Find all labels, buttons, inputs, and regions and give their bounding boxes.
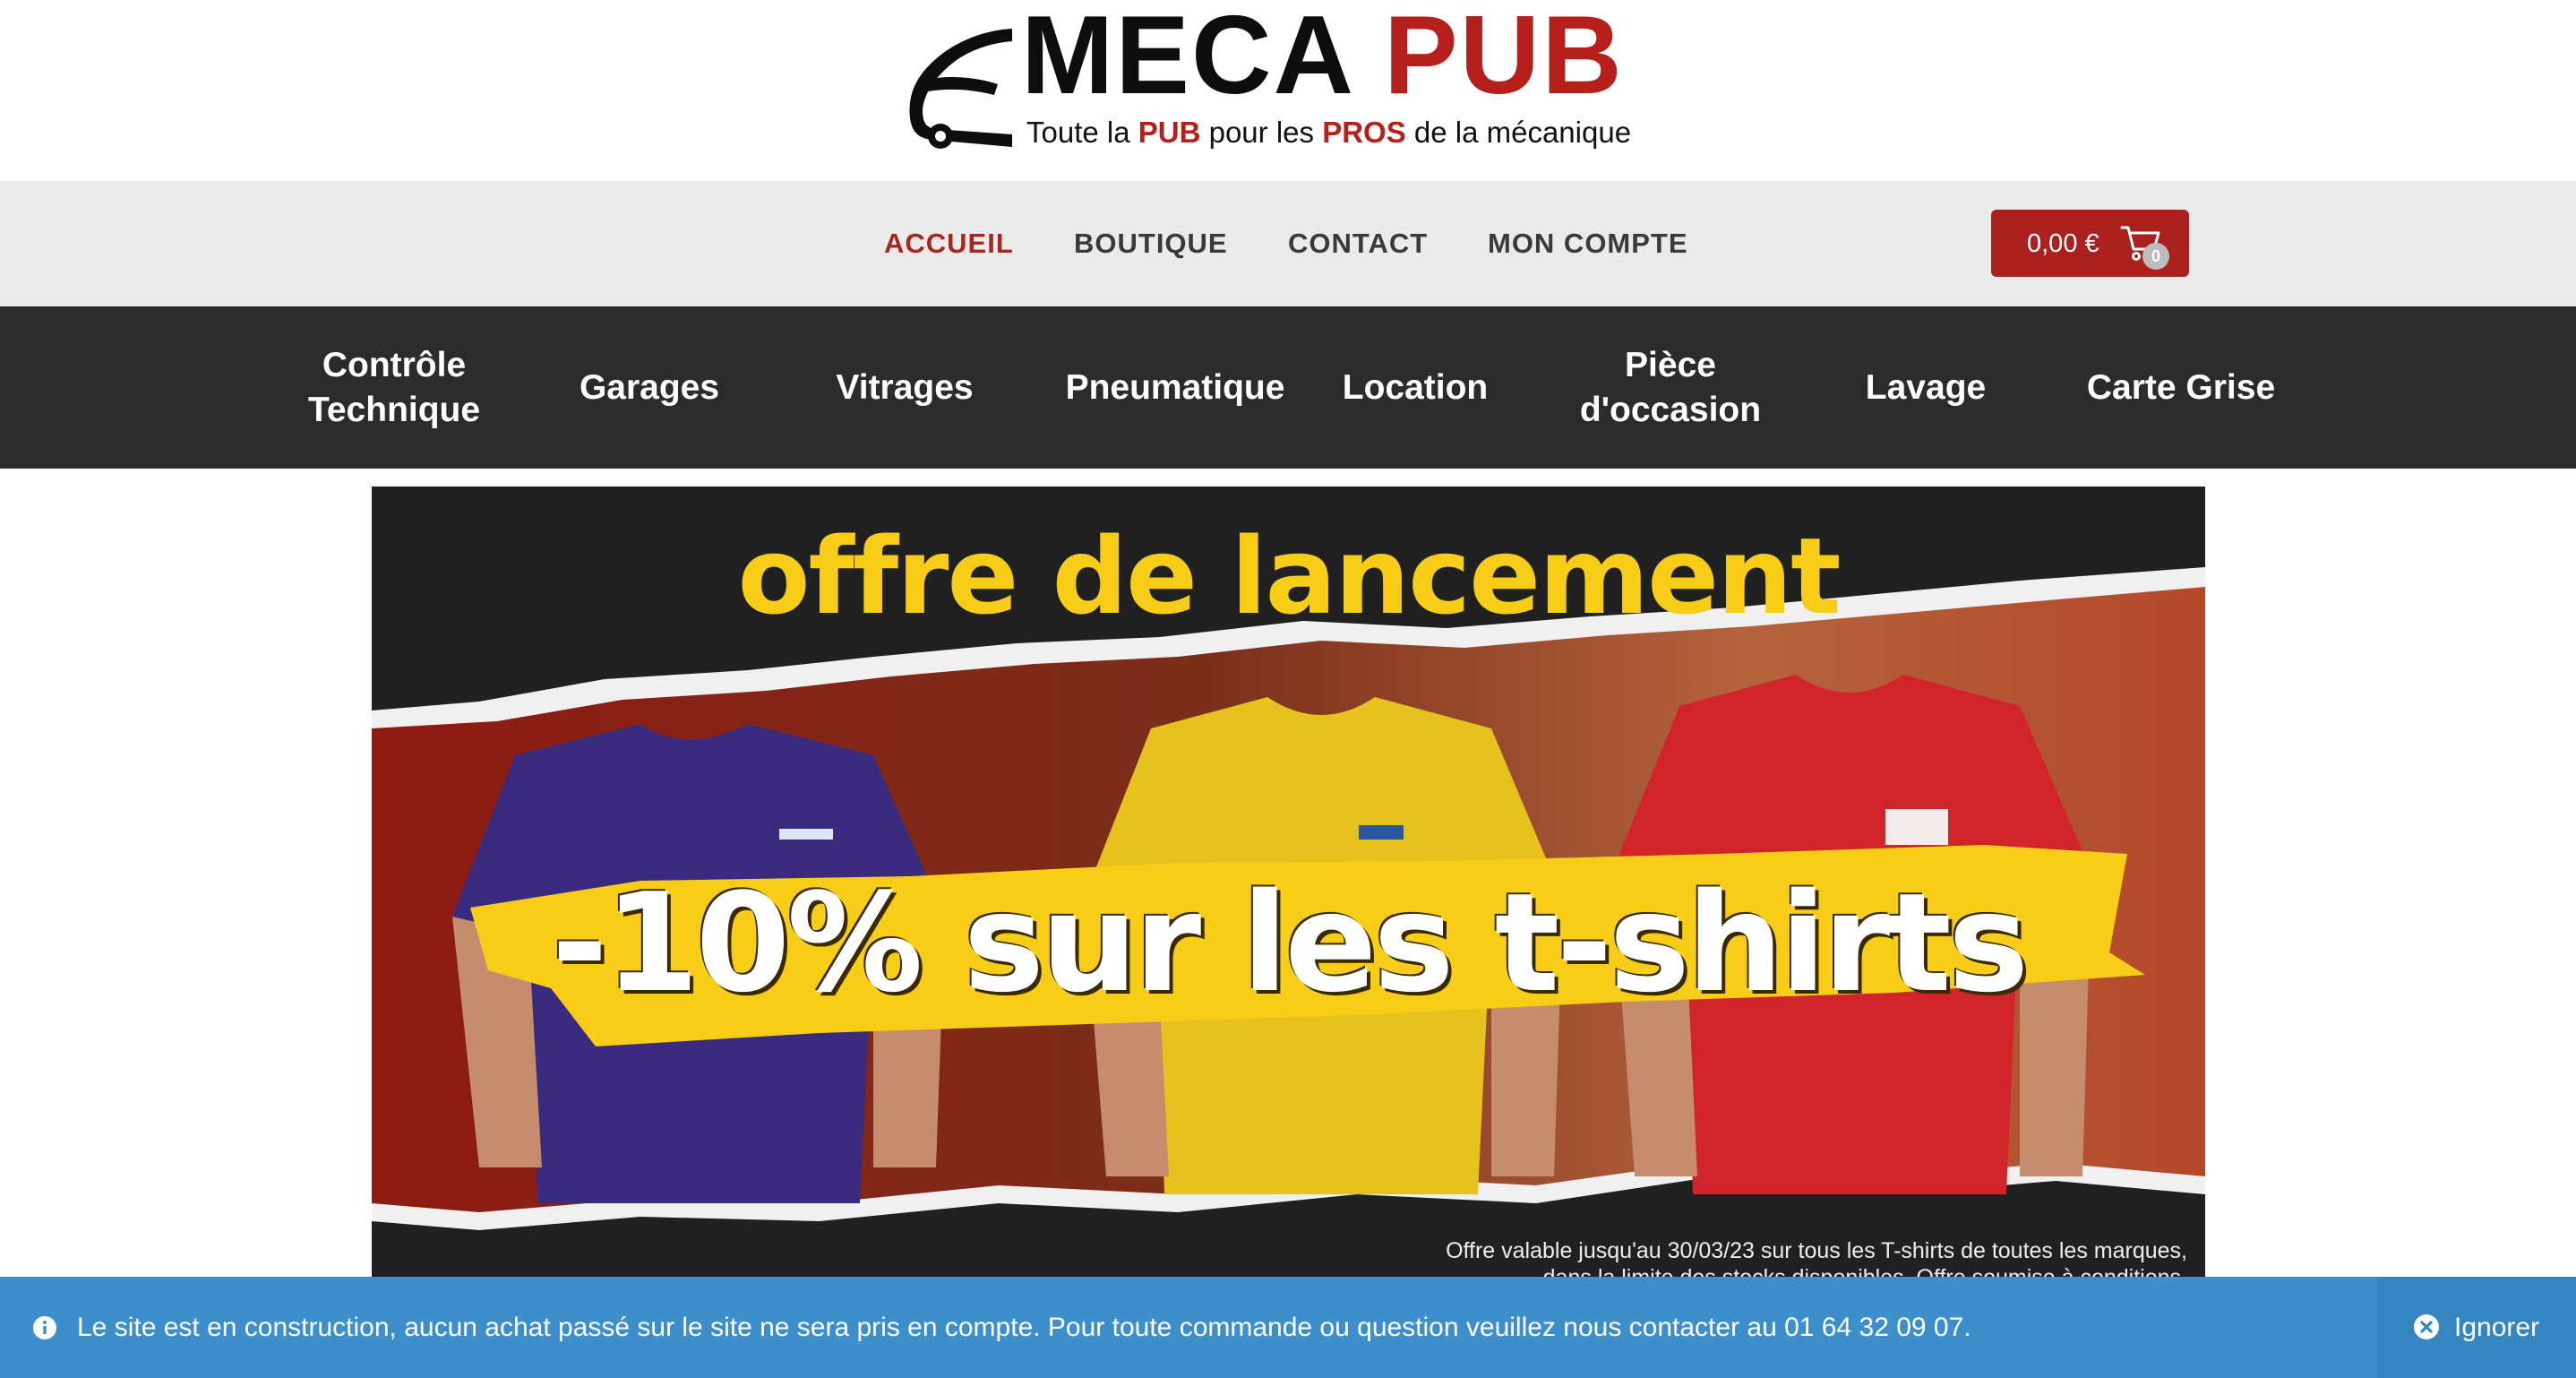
tagline-part: de la mécanique xyxy=(1405,116,1632,149)
header: MECA PUB Toute la PUB pour les PROS de l… xyxy=(0,0,2576,181)
category-label: Garages xyxy=(579,367,720,407)
notice-text: Le site est en construction, aucun achat… xyxy=(77,1313,1971,1342)
category-nav: Contrôle Technique Garages Vitrages Pneum… xyxy=(0,306,2576,469)
banner-fine-print: Offre valable jusqu'au 30/03/23 sur tous… xyxy=(1446,1238,2187,1263)
cart-total: 0,00 € xyxy=(2027,229,2099,258)
category-label: d'occasion xyxy=(1579,390,1762,429)
category-label: Carte Grise xyxy=(2086,367,2276,407)
category-vitrages[interactable]: Vitrages xyxy=(788,306,1021,469)
logo-wordmark[interactable]: MECA PUB xyxy=(1021,0,1624,111)
category-garages[interactable]: Garages xyxy=(533,306,766,469)
nav-item-contact[interactable]: CONTACT xyxy=(1288,226,1428,262)
dismiss-notice-button[interactable]: Ignorer xyxy=(2377,1277,2576,1378)
category-label: Location xyxy=(1342,367,1489,407)
category-piece-occasion[interactable]: Pièce d'occasion xyxy=(1554,306,1787,469)
nav-item-boutique[interactable]: BOUTIQUE xyxy=(1074,226,1228,262)
nav-item-mon-compte[interactable]: MON COMPTE xyxy=(1488,226,1688,262)
tagline-pub: PUB xyxy=(1138,116,1201,149)
category-carte-grise[interactable]: Carte Grise xyxy=(2065,306,2297,469)
category-controle-technique[interactable]: Contrôle Technique xyxy=(278,306,511,469)
category-label: Pneumatique xyxy=(1065,367,1285,407)
tagline-part: Toute la xyxy=(1026,116,1138,149)
info-icon xyxy=(33,1316,56,1339)
category-label: Pièce xyxy=(1625,345,1716,384)
category-label: Lavage xyxy=(1865,367,1987,407)
category-lavage[interactable]: Lavage xyxy=(1809,306,2042,469)
tagline-part: pour les xyxy=(1200,116,1323,149)
category-pneumatique[interactable]: Pneumatique xyxy=(1059,306,1292,469)
store-notice: Le site est en construction, aucun achat… xyxy=(0,1277,2576,1378)
cart-count-badge: 0 xyxy=(2142,243,2169,270)
dismiss-label: Ignorer xyxy=(2454,1313,2540,1342)
tagline-pros: PROS xyxy=(1322,116,1406,149)
banner-promo-text: -10% sur les t-shirts xyxy=(551,864,2030,1022)
category-label: Contrôle xyxy=(322,345,467,384)
car-logo-icon xyxy=(909,29,1012,149)
main-nav: ACCUEIL BOUTIQUE CONTACT MON COMPTE xyxy=(0,181,2576,306)
category-location[interactable]: Location xyxy=(1299,306,1532,469)
logo-tagline: Toute la PUB pour les PROS de la mécaniq… xyxy=(1026,115,1631,151)
close-circle-icon xyxy=(2414,1314,2439,1339)
banner-headline: offre de lancement xyxy=(737,514,1841,638)
logo-word-pub: PUB xyxy=(1383,0,1624,117)
logo-word-meca: MECA xyxy=(1021,0,1352,117)
promo-banner[interactable]: offre de lancement -10% sur les t-shirts… xyxy=(372,487,2205,1378)
cart-button[interactable]: 0,00 € 0 xyxy=(1991,210,2189,277)
nav-item-accueil[interactable]: ACCUEIL xyxy=(884,226,1014,262)
category-label: Vitrages xyxy=(836,367,974,407)
category-label: Technique xyxy=(307,390,481,429)
